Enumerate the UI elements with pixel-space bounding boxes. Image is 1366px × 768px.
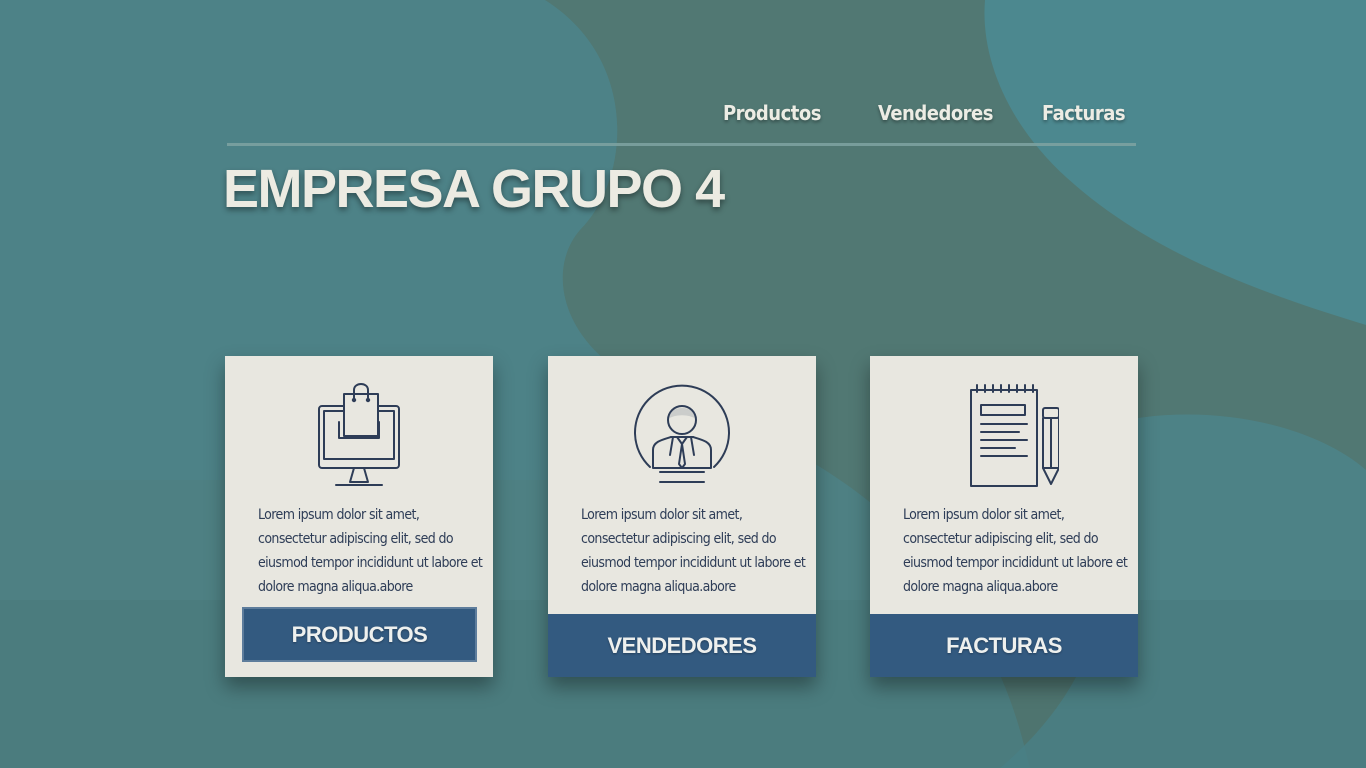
productos-button[interactable]: PRODUCTOS [242, 607, 477, 662]
facturas-button[interactable]: FACTURAS [870, 614, 1138, 677]
card-description: Lorem ipsum dolor sit amet, consectetur … [903, 507, 1128, 595]
salesperson-avatar-icon [634, 384, 730, 483]
invoice-pencil-icon [970, 384, 1059, 487]
card-description: Lorem ipsum dolor sit amet, consectetur … [581, 507, 806, 595]
page-title: EMPRESA GRUPO 4 [223, 159, 725, 219]
card-facturas: Lorem ipsum dolor sit amet, consectetur … [870, 356, 1138, 677]
card-vendedores: Lorem ipsum dolor sit amet, consectetur … [548, 356, 816, 677]
vendedores-button[interactable]: VENDEDORES [548, 614, 816, 677]
card-description: Lorem ipsum dolor sit amet, consectetur … [258, 507, 483, 595]
card-productos: Lorem ipsum dolor sit amet, consectetur … [225, 356, 493, 677]
nav-link-facturas[interactable]: Facturas [1042, 101, 1126, 125]
nav-link-vendedores[interactable]: Vendedores [878, 101, 993, 125]
nav-link-productos[interactable]: Productos [723, 101, 821, 125]
shopping-computer-icon [318, 383, 400, 486]
nav-divider [227, 143, 1136, 146]
